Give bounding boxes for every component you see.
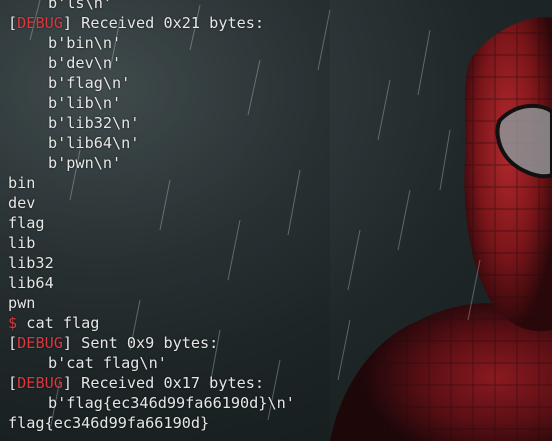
- output-line: b'flag\n': [48, 74, 131, 92]
- command-text: cat flag: [17, 314, 100, 332]
- command-line: $ cat flag: [0, 313, 552, 333]
- output-line: b'ls\n': [48, 0, 113, 12]
- debug-line: [DEBUG] Sent 0x9 bytes:: [8, 334, 219, 352]
- output-line: dev: [8, 194, 36, 212]
- output-line: b'lib64\n': [48, 134, 140, 152]
- debug-tag: DEBUG: [17, 334, 63, 352]
- output-line: lib: [8, 234, 36, 252]
- debug-tag: DEBUG: [17, 14, 63, 32]
- output-line: lib32: [8, 254, 54, 272]
- output-line: b'dev\n': [48, 54, 122, 72]
- output-line: b'bin\n': [48, 34, 122, 52]
- terminal-window[interactable]: b'ls\n' [DEBUG] Received 0x21 bytes: b'b…: [0, 0, 552, 441]
- shell-prompt: $: [8, 314, 18, 332]
- output-line: pwn: [8, 294, 36, 312]
- output-line: b'pwn\n': [48, 154, 122, 172]
- output-line: b'lib32\n': [48, 114, 140, 132]
- output-line: b'lib\n': [48, 94, 122, 112]
- output-line: lib64: [8, 274, 54, 292]
- debug-line: [DEBUG] Received 0x17 bytes:: [8, 374, 265, 392]
- output-line: flag: [8, 214, 45, 232]
- debug-line: [DEBUG] Received 0x21 bytes:: [8, 14, 265, 32]
- output-line: bin: [8, 174, 36, 192]
- terminal-output: b'ls\n' [DEBUG] Received 0x21 bytes: b'b…: [0, 0, 552, 433]
- output-line: b'cat flag\n': [48, 354, 167, 372]
- debug-tag: DEBUG: [17, 374, 63, 392]
- flag-output-line: flag{ec346d99fa66190d}: [8, 414, 210, 432]
- output-line: b'flag{ec346d99fa66190d}\n': [48, 394, 295, 412]
